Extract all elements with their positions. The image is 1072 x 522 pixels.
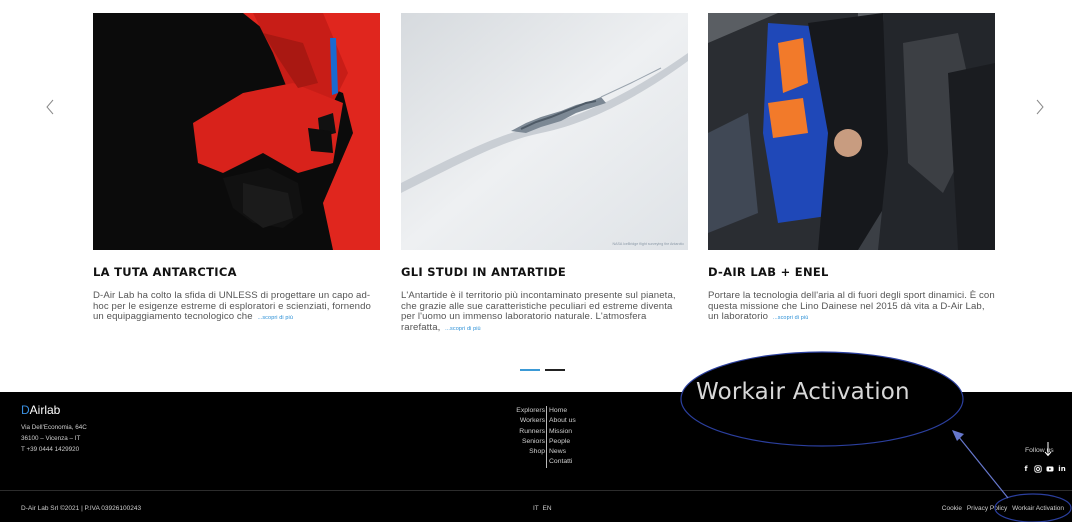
footer-link-mission[interactable]: Mission <box>549 427 576 437</box>
footer-link-about[interactable]: About us <box>549 416 576 426</box>
card-excerpt: L'Antartide è il territorio più incontam… <box>401 290 688 334</box>
footer-logo[interactable]: DAirlab <box>21 403 60 417</box>
footer-legal-links: Cookie Privacy Policy Workair Activation <box>939 505 1064 512</box>
chevron-left-icon <box>46 99 54 115</box>
footer-nav-segments: Explorers Workers Runners Seniors Shop <box>516 406 545 457</box>
card-text: L'Antartide è il territorio più incontam… <box>401 290 676 333</box>
workair-activation-link[interactable]: Workair Activation <box>1012 505 1064 512</box>
card-image-red-suit[interactable] <box>93 13 380 250</box>
footer-link-shop[interactable]: Shop <box>516 447 545 457</box>
lang-it[interactable]: IT <box>533 505 539 512</box>
footer-link-runners[interactable]: Runners <box>516 427 545 437</box>
carousel-pagination <box>520 369 568 371</box>
instagram-icon[interactable] <box>1034 465 1042 473</box>
zoom-callout-label: Workair Activation <box>696 379 910 405</box>
social-links: f in <box>1022 464 1066 474</box>
carousel-card-dair-enel[interactable]: D-AIR LAB + ENEL Portare la tecnologia d… <box>708 13 995 324</box>
footer-link-seniors[interactable]: Seniors <box>516 437 545 447</box>
address-phone: T +39 0444 1429920 <box>21 446 80 453</box>
card-title[interactable]: LA TUTA ANTARCTICA <box>93 265 380 279</box>
footer-link-news[interactable]: News <box>549 447 576 457</box>
read-more-link[interactable]: ...scopri di più <box>445 326 481 332</box>
card-title[interactable]: GLI STUDI IN ANTARTIDE <box>401 265 688 279</box>
youtube-icon[interactable] <box>1046 465 1054 473</box>
read-more-link[interactable]: ...scopri di più <box>773 315 809 321</box>
footer-link-people[interactable]: People <box>549 437 576 447</box>
carousel-next-button[interactable] <box>1030 92 1050 122</box>
card-text: Portare la tecnologia dell'aria al di fu… <box>708 290 995 322</box>
card-excerpt: Portare la tecnologia dell'aria al di fu… <box>708 290 995 324</box>
linkedin-icon[interactable]: in <box>1058 465 1066 473</box>
card-excerpt: D-Air Lab ha colto la sfida di UNLESS di… <box>93 290 380 324</box>
card-image-antarctic-ice[interactable]: NASA IceBridge flight surveying the Anta… <box>401 13 688 250</box>
news-carousel: LA TUTA ANTARCTICA D-Air Lab ha colto la… <box>0 0 1072 390</box>
carousel-prev-button[interactable] <box>40 92 60 122</box>
privacy-policy-link[interactable]: Privacy Policy <box>967 505 1007 512</box>
footer-divider <box>0 490 1072 491</box>
language-switcher: IT EN <box>533 505 552 512</box>
card-title[interactable]: D-AIR LAB + ENEL <box>708 265 995 279</box>
footer-link-explorers[interactable]: Explorers <box>516 406 545 416</box>
footer-nav-pages: Home About us Mission People News Contat… <box>546 406 576 468</box>
logo-text: Airlab <box>29 403 61 417</box>
pagination-dot[interactable] <box>545 369 565 371</box>
arrow-down-icon <box>1044 442 1052 457</box>
footer-link-home[interactable]: Home <box>549 406 576 416</box>
footer-link-workers[interactable]: Workers <box>516 416 545 426</box>
image-caption: NASA IceBridge flight surveying the Anta… <box>612 242 684 246</box>
lang-en[interactable]: EN <box>542 505 551 512</box>
footer-link-contatti[interactable]: Contatti <box>549 457 576 467</box>
carousel-card-studi-antartide[interactable]: NASA IceBridge flight surveying the Anta… <box>401 13 688 334</box>
logo-d: D <box>21 403 30 417</box>
address-street: Via Dell'Economia, 64C <box>21 424 87 431</box>
chevron-right-icon <box>1036 99 1044 115</box>
card-image-workers-vests[interactable] <box>708 13 995 250</box>
cookie-link[interactable]: Cookie <box>942 505 962 512</box>
carousel-card-tuta-antarctica[interactable]: LA TUTA ANTARCTICA D-Air Lab ha colto la… <box>93 13 380 324</box>
address-city: 36100 – Vicenza – IT <box>21 435 81 442</box>
legal-text: D-Air Lab Srl ©2021 | P.IVA 03926100243 <box>21 505 142 512</box>
read-more-link[interactable]: ...scopri di più <box>257 315 293 321</box>
card-text: D-Air Lab ha colto la sfida di UNLESS di… <box>93 290 371 322</box>
footer-address: Via Dell'Economia, 64C 36100 – Vicenza –… <box>21 422 87 455</box>
site-footer: DAirlab Via Dell'Economia, 64C 36100 – V… <box>0 392 1072 522</box>
pagination-dot-active[interactable] <box>520 369 540 371</box>
facebook-icon[interactable]: f <box>1022 465 1030 473</box>
